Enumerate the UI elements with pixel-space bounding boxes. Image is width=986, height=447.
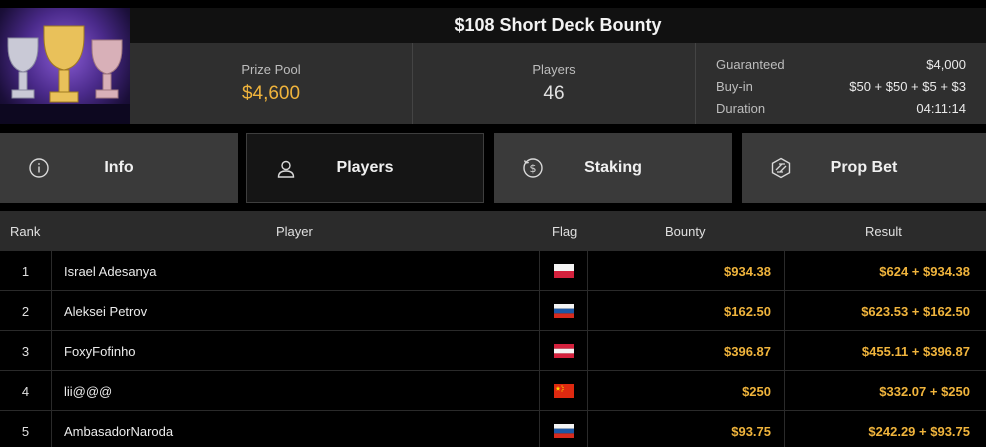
austria-flag-icon (553, 344, 574, 358)
detail-row-guaranteed: Guaranteed $4,000 (716, 53, 966, 75)
stats-bar: Prize Pool $4,600 Players 46 Guaranteed … (130, 43, 986, 124)
rank-cell: 4 (0, 371, 52, 411)
tab-players-label: Players (336, 159, 394, 176)
bounty-cell: $162.50 (588, 291, 785, 331)
flag-cell (540, 331, 588, 371)
players-stat: Players 46 (413, 43, 696, 124)
players-table: 1 Israel Adesanya $934.38 $624 + $934.38… (0, 251, 986, 447)
tournament-title-bar: $108 Short Deck Bounty (130, 8, 986, 43)
detail-value: $50 + $50 + $5 + $3 (849, 78, 966, 94)
tab-prop-bet[interactable]: Prop Bet (742, 133, 986, 203)
result-cell: $242.29 + $93.75 (868, 423, 970, 439)
tab-staking-label: Staking (584, 159, 642, 176)
tab-info-label: Info (104, 159, 134, 176)
prize-pool-value: $4,600 (241, 83, 301, 104)
svg-text:$: $ (530, 162, 537, 175)
trophy-image (0, 8, 130, 124)
table-header: Rank Player Flag Bounty Result (0, 211, 986, 251)
flag-cell (540, 371, 588, 411)
table-row[interactable]: 2 Aleksei Petrov $162.50 $623.53 + $162.… (0, 291, 986, 331)
tab-bar: Info Players $ Staking Prop Bet (0, 133, 986, 203)
rank-cell: 2 (0, 291, 52, 331)
detail-row-buyin: Buy-in $50 + $50 + $5 + $3 (716, 75, 966, 97)
detail-label: Buy-in (716, 78, 753, 94)
detail-label: Duration (716, 100, 766, 116)
tab-prop-bet-label: Prop Bet (830, 159, 898, 176)
bounty-cell: $396.87 (588, 331, 785, 371)
russia-flag-icon (553, 304, 574, 318)
rank-cell: 3 (0, 331, 52, 371)
result-cell: $332.07 + $250 (879, 383, 970, 399)
tab-players[interactable]: Players (246, 133, 484, 203)
lightning-hexagon-icon (771, 157, 791, 179)
tab-info[interactable]: Info (0, 133, 238, 203)
tab-staking[interactable]: $ Staking (494, 133, 732, 203)
detail-value: 04:11:14 (916, 100, 966, 116)
header-result: Result (865, 223, 902, 239)
detail-label: Guaranteed (716, 56, 785, 72)
russia-flag-icon (553, 424, 574, 438)
detail-row-duration: Duration 04:11:14 (716, 97, 966, 119)
bounty-cell: $250 (588, 371, 785, 411)
result-cell: $623.53 + $162.50 (861, 303, 970, 319)
header-flag: Flag (552, 223, 578, 239)
poland-flag-icon (553, 264, 574, 278)
rank-cell: 5 (0, 411, 52, 447)
tournament-details: Guaranteed $4,000 Buy-in $50 + $50 + $5 … (696, 43, 986, 124)
table-row[interactable]: 4 lii@@@ $250 $332.07 + $250 (0, 371, 986, 411)
table-row[interactable]: 5 AmbasadorNaroda $93.75 $242.29 + $93.7… (0, 411, 986, 447)
player-name[interactable]: lii@@@ (52, 371, 540, 411)
player-name[interactable]: Aleksei Petrov (52, 291, 540, 331)
china-flag-icon (553, 384, 574, 398)
tournament-title: $108 Short Deck Bounty (454, 15, 662, 35)
prize-pool-stat: Prize Pool $4,600 (130, 43, 413, 124)
bounty-cell: $93.75 (588, 411, 785, 447)
header-player: Player (276, 223, 313, 239)
header-rank: Rank (10, 223, 41, 239)
tournament-header: $108 Short Deck Bounty Prize Pool $4,600… (0, 0, 986, 125)
bounty-cell: $934.38 (588, 251, 785, 291)
player-name[interactable]: AmbasadorNaroda (52, 411, 540, 447)
info-icon (29, 158, 49, 178)
rank-cell: 1 (0, 251, 52, 291)
user-icon (277, 160, 295, 178)
prize-pool-label: Prize Pool (241, 62, 301, 77)
flag-cell (540, 251, 588, 291)
dollar-coin-icon: $ (523, 158, 543, 178)
result-cell: $455.11 + $396.87 (861, 343, 970, 359)
player-name[interactable]: Israel Adesanya (52, 251, 540, 291)
flag-cell (540, 411, 588, 447)
players-label: Players (532, 62, 576, 77)
table-row[interactable]: 3 FoxyFofinho $396.87 $455.11 + $396.87 (0, 331, 986, 371)
detail-value: $4,000 (926, 56, 966, 72)
flag-cell (540, 291, 588, 331)
table-row[interactable]: 1 Israel Adesanya $934.38 $624 + $934.38 (0, 251, 986, 291)
result-cell: $624 + $934.38 (879, 263, 970, 279)
header-bounty: Bounty (665, 223, 706, 239)
players-value: 46 (543, 83, 565, 104)
player-name[interactable]: FoxyFofinho (52, 331, 540, 371)
